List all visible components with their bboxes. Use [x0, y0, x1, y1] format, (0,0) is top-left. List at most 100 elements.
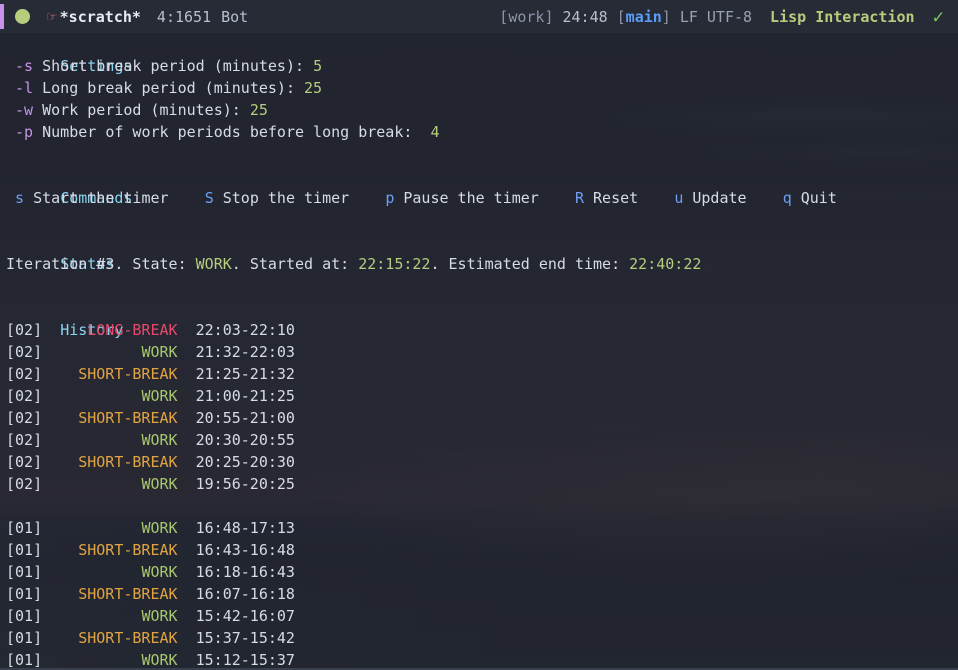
- history-iteration: [01]: [6, 541, 43, 559]
- cursor-position: 4:1651: [156, 7, 212, 26]
- status-estimated-end: 22:40:22: [629, 255, 702, 273]
- status-iteration-prefix: Iteration #3. State:: [6, 255, 196, 273]
- history-state: SHORT-BREAK: [78, 365, 178, 383]
- command-item[interactable]: p Pause the timer: [385, 189, 539, 207]
- history-state: LONG-BREAK: [87, 321, 178, 339]
- setting-value[interactable]: 25: [304, 79, 322, 97]
- history-state: SHORT-BREAK: [78, 409, 178, 427]
- buffer-name[interactable]: *scratch*: [60, 6, 141, 28]
- setting-label: Long break period (minutes):: [33, 79, 305, 97]
- history-row[interactable]: [01] WORK 16:18-16:43: [0, 561, 958, 583]
- history-time-range: 21:25-21:32: [177, 365, 295, 383]
- history-iteration: [02]: [6, 387, 43, 405]
- commands-separator: [169, 189, 205, 207]
- history-time-range: 22:03-22:10: [177, 321, 295, 339]
- setting-flag: -w: [6, 101, 34, 119]
- setting-row[interactable]: -s Short break period (minutes): 5: [0, 55, 958, 77]
- modeline-state-dot: [15, 9, 30, 24]
- history-row[interactable]: [01] WORK 16:48-17:13: [0, 517, 958, 539]
- history-row[interactable]: [02] WORK 19:56-20:25: [0, 473, 958, 495]
- history-iteration: [01]: [6, 629, 43, 647]
- history-time-range: 19:56-20:25: [177, 475, 295, 493]
- command-item[interactable]: s Start the timer: [15, 189, 169, 207]
- history-row[interactable]: [02] WORK 20:30-20:55: [0, 429, 958, 451]
- history-time-range: 16:07-16:18: [177, 585, 295, 603]
- history-state: WORK: [141, 607, 178, 625]
- history-iteration: [01]: [6, 585, 43, 603]
- command-item[interactable]: S Stop the timer: [205, 189, 350, 207]
- setting-row[interactable]: -l Long break period (minutes): 25: [0, 77, 958, 99]
- history-list: [02] LONG-BREAK 22:03-22:10 [02] WORK 21:32…: [0, 319, 958, 670]
- history-state: WORK: [141, 431, 178, 449]
- history-iteration: [01]: [6, 563, 43, 581]
- history-time-range: 20:30-20:55: [177, 431, 295, 449]
- history-time-range: 21:00-21:25: [177, 387, 295, 405]
- status-state: WORK: [195, 255, 232, 273]
- commands-separator: [638, 189, 674, 207]
- commands-separator: [539, 189, 575, 207]
- command-key[interactable]: u: [674, 189, 683, 207]
- eol-indicator[interactable]: LF: [680, 6, 698, 28]
- history-state: SHORT-BREAK: [78, 541, 178, 559]
- checkmark-icon: ✓: [932, 5, 944, 28]
- history-iteration: [02]: [6, 343, 43, 361]
- command-item[interactable]: q Quit: [783, 189, 837, 207]
- encoding-indicator[interactable]: UTF-8: [707, 6, 752, 28]
- setting-value[interactable]: 4: [430, 123, 439, 141]
- major-mode[interactable]: Lisp Interaction: [770, 6, 915, 28]
- command-key[interactable]: p: [385, 189, 394, 207]
- perspective-name[interactable]: [work]: [499, 6, 553, 28]
- command-label: Pause the timer: [394, 189, 539, 207]
- history-row[interactable]: [01] SHORT-BREAK 16:43-16:48: [0, 539, 958, 561]
- history-row[interactable]: [02] SHORT-BREAK 20:55-21:00: [0, 407, 958, 429]
- history-row[interactable]: [01] WORK 15:42-16:07: [0, 605, 958, 627]
- command-key[interactable]: S: [205, 189, 214, 207]
- command-label: Reset: [584, 189, 639, 207]
- command-label: Stop the timer: [213, 189, 350, 207]
- scroll-indicator: Bot: [221, 7, 249, 26]
- clock: 24:48: [562, 7, 608, 26]
- history-iteration: [01]: [6, 651, 43, 669]
- history-iteration: [02]: [6, 475, 43, 493]
- setting-label: Short break period (minutes):: [33, 57, 314, 75]
- command-key[interactable]: s: [15, 189, 24, 207]
- history-time-range: 16:18-16:43: [177, 563, 295, 581]
- history-iteration: [02]: [6, 453, 43, 471]
- vcs-branch[interactable]: main: [626, 6, 662, 28]
- history-iteration: [02]: [6, 409, 43, 427]
- commands-row: s Start the timer S Stop the timer p Pau…: [0, 187, 958, 209]
- history-state: WORK: [141, 475, 178, 493]
- setting-value[interactable]: 5: [313, 57, 322, 75]
- history-row[interactable]: [02] SHORT-BREAK 20:25-20:30: [0, 451, 958, 473]
- command-key[interactable]: R: [575, 189, 584, 207]
- history-row[interactable]: [02] WORK 21:00-21:25: [0, 385, 958, 407]
- history-time-range: 21:32-22:03: [177, 343, 295, 361]
- setting-row[interactable]: -p Number of work periods before long br…: [0, 121, 958, 143]
- history-row[interactable]: [01] SHORT-BREAK 16:07-16:18: [0, 583, 958, 605]
- buffer-content[interactable]: Settings -s Short break period (minutes)…: [0, 33, 958, 670]
- command-item[interactable]: u Update: [674, 189, 746, 207]
- commands-heading: Commands: [60, 189, 133, 207]
- history-iteration: [01]: [6, 607, 43, 625]
- status-end-label: . Estimated end time:: [430, 255, 630, 273]
- history-time-range: 20:55-21:00: [177, 409, 295, 427]
- history-row[interactable]: [01] SHORT-BREAK 15:37-15:42: [0, 627, 958, 649]
- history-row[interactable]: [02] LONG-BREAK 22:03-22:10: [0, 319, 958, 341]
- history-row[interactable]: [02] WORK 21:32-22:03: [0, 341, 958, 363]
- modeline-accent-bar: [0, 4, 4, 29]
- commands-separator: [349, 189, 385, 207]
- history-time-range: 16:48-17:13: [177, 519, 295, 537]
- history-row[interactable]: [02] SHORT-BREAK 21:25-21:32: [0, 363, 958, 385]
- setting-value[interactable]: 25: [250, 101, 268, 119]
- setting-row[interactable]: -w Work period (minutes): 25: [0, 99, 958, 121]
- history-time-range: 15:12-15:37: [177, 651, 295, 669]
- command-label: Start the timer: [24, 189, 169, 207]
- history-time-range: 20:25-20:30: [177, 453, 295, 471]
- command-key[interactable]: q: [783, 189, 792, 207]
- command-item[interactable]: R Reset: [575, 189, 638, 207]
- history-row[interactable]: [01] WORK 15:12-15:37: [0, 649, 958, 670]
- status-started-at: 22:15:22: [358, 255, 431, 273]
